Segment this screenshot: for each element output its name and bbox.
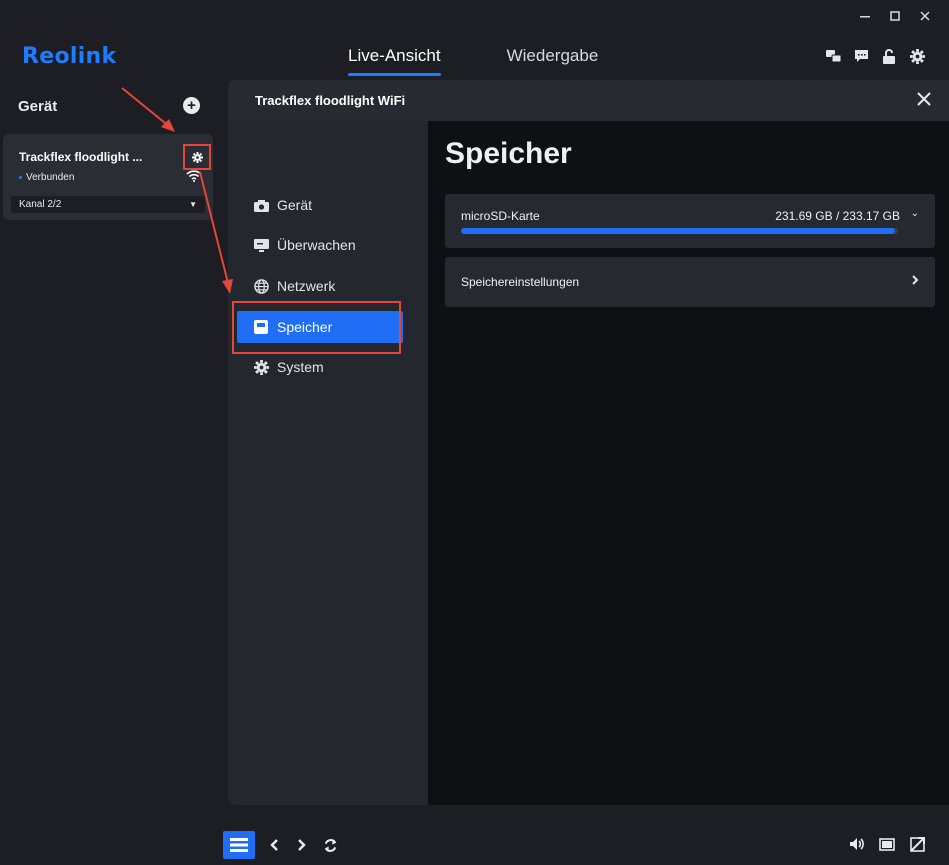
chat-translate-icon[interactable] — [825, 48, 841, 64]
annotation-highlight-box — [232, 301, 401, 354]
close-icon[interactable] — [915, 90, 933, 108]
chevron-down-icon[interactable]: ⌄ — [911, 208, 919, 219]
settings-nav: Gerät Überwachen Netzwerk Speicher Syste… — [228, 121, 428, 805]
bottom-right-controls — [849, 836, 925, 852]
page-title: Speicher — [445, 137, 572, 170]
chevron-right-icon — [911, 273, 919, 291]
device-sidebar: Gerät + Trackflex floodlight ... Verbund… — [0, 80, 222, 825]
nav-label: Netzwerk — [277, 278, 336, 294]
gear-icon — [191, 151, 203, 163]
nav-label: System — [277, 359, 324, 375]
caret-down-icon: ▼ — [189, 200, 197, 209]
sd-usage-fill — [461, 228, 896, 234]
nav-item-network[interactable]: Netzwerk — [237, 270, 403, 302]
list-view-button[interactable] — [223, 831, 255, 859]
list-icon — [230, 838, 248, 852]
maximize-icon[interactable] — [887, 8, 903, 24]
nav-item-monitor[interactable]: Überwachen — [237, 229, 403, 261]
minimize-icon[interactable] — [857, 8, 873, 24]
channel-value: Kanal 2/2 — [19, 199, 62, 210]
device-status-text: Verbunden — [26, 172, 75, 183]
close-icon[interactable] — [917, 8, 933, 24]
unlock-icon[interactable] — [881, 48, 897, 64]
sd-usage-bar — [461, 228, 898, 234]
device-settings-button[interactable] — [183, 144, 211, 170]
previous-icon[interactable] — [265, 836, 283, 854]
sd-card-label: microSD-Karte — [461, 209, 540, 223]
camera-icon — [253, 197, 269, 213]
top-icons — [825, 48, 925, 64]
status-dot — [19, 176, 22, 179]
sd-card-row[interactable]: microSD-Karte 231.69 GB / 233.17 GB ⌄ — [445, 194, 935, 248]
reolink-logo: Reolink — [22, 44, 117, 69]
bottom-toolbar — [222, 825, 949, 865]
tab-playback[interactable]: Wiedergabe — [507, 46, 599, 76]
window-controls — [857, 8, 933, 24]
wifi-icon — [186, 169, 202, 187]
dialog-title: Trackflex floodlight WiFi — [255, 93, 406, 108]
gear-icon[interactable] — [909, 48, 925, 64]
message-icon[interactable] — [853, 48, 869, 64]
next-icon[interactable] — [293, 836, 311, 854]
device-settings-dialog: Trackflex floodlight WiFi Gerät Überwach… — [228, 80, 949, 805]
storage-settings-row[interactable]: Speichereinstellungen — [445, 257, 935, 307]
bottom-left-controls — [223, 831, 339, 859]
window-layout-icon[interactable] — [879, 836, 895, 852]
monitor-icon — [253, 237, 269, 253]
globe-icon — [253, 278, 269, 294]
app-window: Reolink Live-Ansicht Wiedergabe Gerät + … — [0, 0, 949, 865]
nav-item-device[interactable]: Gerät — [237, 189, 403, 221]
sidebar-title: Gerät — [18, 98, 58, 115]
channel-select[interactable]: Kanal 2/2 ▼ — [11, 196, 205, 213]
nav-label: Überwachen — [277, 237, 356, 253]
fullscreen-icon[interactable] — [909, 836, 925, 852]
volume-icon[interactable] — [849, 836, 865, 852]
main-tabs: Live-Ansicht Wiedergabe — [348, 46, 598, 76]
storage-settings-label: Speichereinstellungen — [461, 275, 580, 289]
sd-card-size: 231.69 GB / 233.17 GB — [775, 209, 900, 223]
device-status: Verbunden — [19, 172, 74, 183]
device-card[interactable]: Trackflex floodlight ... Verbunden Kanal… — [3, 134, 213, 220]
top-bar: Reolink Live-Ansicht Wiedergabe — [0, 28, 949, 80]
dialog-header: Trackflex floodlight WiFi — [228, 80, 949, 121]
refresh-icon[interactable] — [321, 836, 339, 854]
gear-icon — [253, 359, 269, 375]
storage-panel: Speicher microSD-Karte 231.69 GB / 233.1… — [428, 121, 949, 805]
plus-icon[interactable]: + — [183, 97, 200, 114]
device-name: Trackflex floodlight ... — [19, 150, 143, 164]
nav-item-system[interactable]: System — [237, 351, 403, 383]
nav-label: Gerät — [277, 197, 313, 213]
tab-live-view[interactable]: Live-Ansicht — [348, 46, 441, 76]
